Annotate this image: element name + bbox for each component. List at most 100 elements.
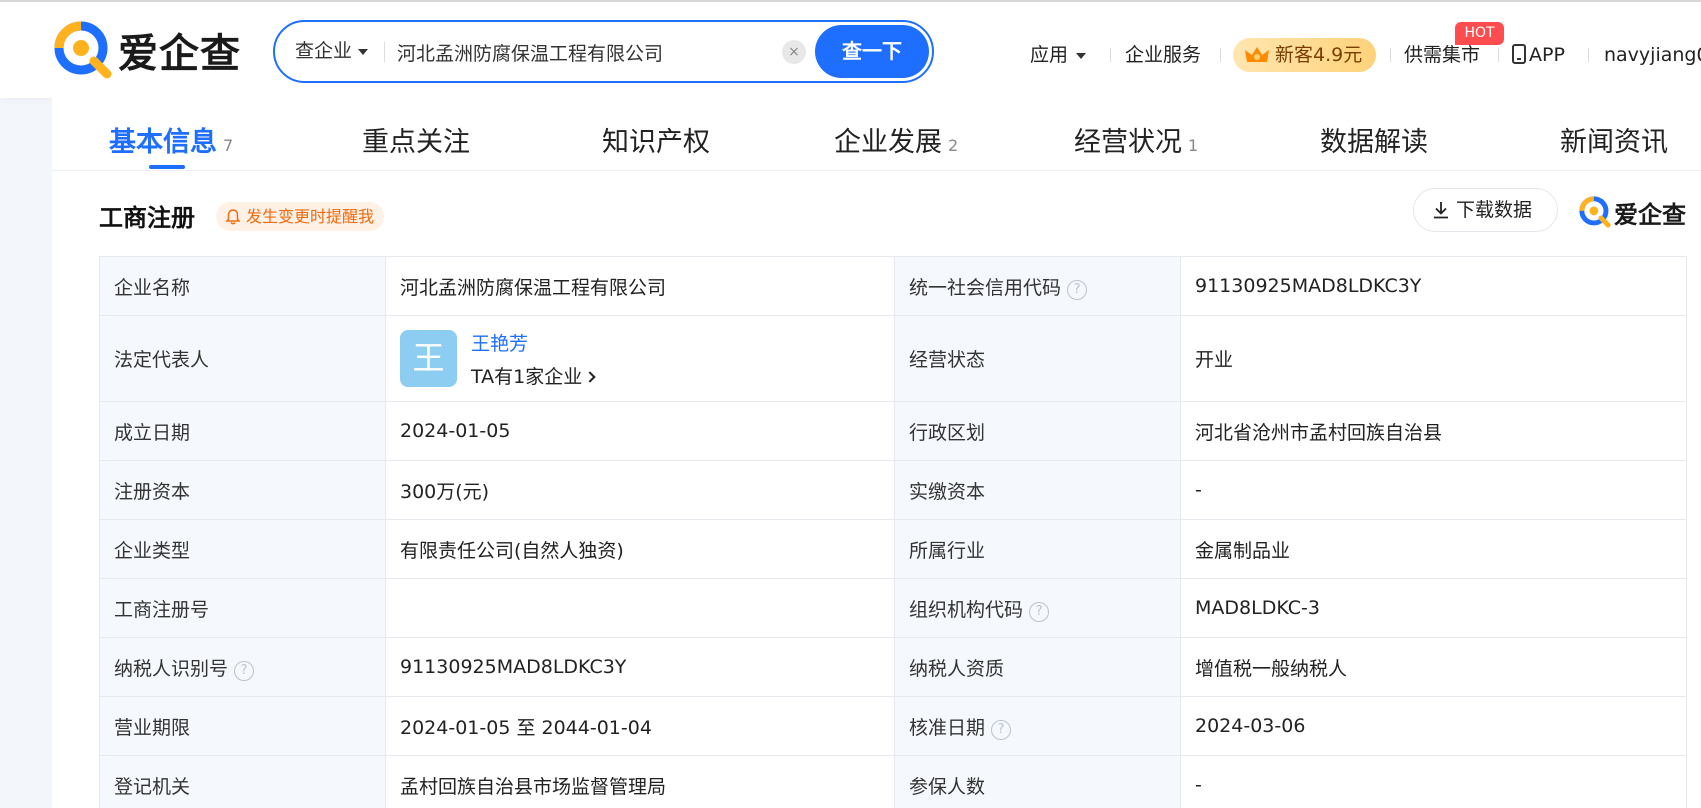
- tab-development[interactable]: 企业发展 2: [834, 120, 958, 159]
- download-icon: [1434, 202, 1448, 219]
- logo-mark-icon: [54, 21, 112, 79]
- search-type-label: 查企业: [295, 40, 353, 62]
- clear-icon[interactable]: ×: [782, 40, 806, 64]
- site-logo[interactable]: 爱企查: [52, 18, 241, 82]
- field-label: 行政区划: [894, 401, 1181, 461]
- hot-badge: HOT: [1455, 22, 1504, 45]
- field-value: -: [1180, 755, 1687, 808]
- main-card: 基本信息 7 重点关注 知识产权 企业发展 2 经营状况 1 数据解读 新闻资讯 工商…: [52, 98, 1701, 808]
- field-value: 开业: [1180, 315, 1687, 402]
- field-label: 组织机构代码?: [894, 578, 1181, 638]
- search-input[interactable]: [397, 32, 827, 72]
- help-icon[interactable]: ?: [234, 660, 255, 681]
- download-data-button[interactable]: 下载数据: [1413, 188, 1558, 232]
- field-value: 2024-01-05 至 2044-01-04: [385, 696, 895, 756]
- field-value: 300万(元): [385, 460, 895, 520]
- field-label: 统一社会信用代码?: [894, 256, 1181, 316]
- table-row: 法定代表人 王 王艳芳 TA有1家企业 经营状态 开业: [99, 315, 1687, 402]
- search-button[interactable]: 查一下: [815, 25, 929, 78]
- nav-divider: [1498, 48, 1499, 62]
- tab-label: 企业发展: [834, 127, 942, 158]
- field-label: 法定代表人: [99, 315, 386, 402]
- nav-divider: [1220, 48, 1221, 62]
- tab-basic-info[interactable]: 基本信息 7: [109, 120, 233, 159]
- field-label: 登记机关: [99, 755, 386, 808]
- field-label: 参保人数: [894, 755, 1181, 808]
- field-label: 所属行业: [894, 519, 1181, 579]
- field-label: 企业类型: [99, 519, 386, 579]
- tab-count: 7: [223, 136, 234, 155]
- field-label: 企业名称: [99, 256, 386, 316]
- tab-label: 新闻资讯: [1560, 127, 1668, 158]
- change-reminder-button[interactable]: 发生变更时提醒我: [216, 202, 385, 231]
- field-label: 营业期限: [99, 696, 386, 756]
- tab-label: 基本信息: [109, 127, 217, 158]
- field-value: 王 王艳芳 TA有1家企业: [385, 315, 895, 402]
- field-label: 纳税人识别号?: [99, 637, 386, 697]
- legal-rep-name-link[interactable]: 王艳芳: [471, 329, 594, 356]
- field-value: MAD8LDKC-3: [1180, 578, 1687, 638]
- download-label: 下载数据: [1456, 199, 1533, 221]
- help-icon[interactable]: ?: [1067, 279, 1088, 300]
- tab-data-insight[interactable]: 数据解读: [1320, 120, 1428, 159]
- crown-icon: [1245, 47, 1269, 62]
- search-divider: [384, 42, 385, 62]
- nav-divider: [1390, 48, 1391, 62]
- promo-badge[interactable]: 新客4.9元: [1233, 38, 1376, 72]
- avatar[interactable]: 王: [400, 330, 457, 387]
- table-row: 企业名称 河北孟洲防腐保温工程有限公司 统一社会信用代码? 91130925MA…: [99, 256, 1687, 316]
- tab-count: 1: [1188, 136, 1199, 155]
- field-value: 增值税一般纳税人: [1180, 637, 1687, 697]
- phone-icon: [1512, 44, 1526, 64]
- tab-count: 2: [948, 136, 959, 155]
- help-icon[interactable]: ?: [1029, 601, 1050, 622]
- help-icon[interactable]: ?: [991, 719, 1012, 740]
- nav-app[interactable]: APP: [1512, 40, 1565, 70]
- tab-operations[interactable]: 经营状况 1: [1074, 120, 1198, 159]
- legal-rep: 王 王艳芳 TA有1家企业: [400, 329, 880, 389]
- active-tab-indicator: [149, 165, 185, 169]
- tab-ip[interactable]: 知识产权: [602, 120, 710, 159]
- nav-divider: [1588, 48, 1589, 62]
- nav-divider: [1110, 48, 1111, 62]
- field-value: 金属制品业: [1180, 519, 1687, 579]
- tab-label: 知识产权: [602, 127, 710, 158]
- table-row: 登记机关 孟村回族自治县市场监督管理局 参保人数 -: [99, 755, 1687, 808]
- field-label: 核准日期?: [894, 696, 1181, 756]
- field-value: -: [1180, 460, 1687, 520]
- field-label-text: 核准日期: [909, 716, 986, 739]
- registration-table: 企业名称 河北孟洲防腐保温工程有限公司 统一社会信用代码? 91130925MA…: [99, 256, 1687, 808]
- tab-news[interactable]: 新闻资讯: [1560, 120, 1668, 159]
- tab-label: 经营状况: [1074, 127, 1182, 158]
- related-companies-link[interactable]: TA有1家企业: [471, 366, 596, 388]
- tab-label: 数据解读: [1320, 127, 1428, 158]
- field-value: 有限责任公司(自然人独资): [385, 519, 895, 579]
- nav-apps[interactable]: 应用: [1030, 40, 1087, 70]
- field-label: 成立日期: [99, 401, 386, 461]
- table-row: 企业类型 有限责任公司(自然人独资) 所属行业 金属制品业: [99, 519, 1687, 579]
- search-type-select[interactable]: 查企业: [295, 22, 369, 81]
- tab-label: 重点关注: [362, 127, 470, 158]
- site-header: 爱企查 查企业 × 查一下 应用 企业服务 新客4.9元 供需集市 HOT AP…: [0, 2, 1701, 98]
- bell-icon: [226, 209, 240, 225]
- field-label-text: 组织机构代码: [909, 598, 1024, 621]
- chevron-down-icon: [358, 48, 369, 55]
- field-label: 实缴资本: [894, 460, 1181, 520]
- table-row: 工商注册号 组织机构代码? MAD8LDKC-3: [99, 578, 1687, 638]
- remind-label: 发生变更时提醒我: [246, 207, 375, 226]
- field-label: 注册资本: [99, 460, 386, 520]
- field-value: 91130925MAD8LDKC3Y: [385, 637, 895, 697]
- field-label: 纳税人资质: [894, 637, 1181, 697]
- tab-key-focus[interactable]: 重点关注: [362, 120, 470, 159]
- field-value: 河北孟洲防腐保温工程有限公司: [385, 256, 895, 316]
- nav-enterprise-service[interactable]: 企业服务: [1125, 40, 1201, 70]
- field-value: 孟村回族自治县市场监督管理局: [385, 755, 895, 808]
- table-row: 注册资本 300万(元) 实缴资本 -: [99, 460, 1687, 520]
- section-title: 工商注册: [99, 204, 195, 232]
- field-label-text: 纳税人识别号: [114, 657, 229, 680]
- nav-app-label: APP: [1529, 44, 1565, 66]
- nav-username[interactable]: navyjiang08: [1604, 40, 1701, 70]
- logo-mark-icon: [1579, 196, 1611, 228]
- promo-label: 新客4.9元: [1275, 44, 1363, 66]
- field-label-text: 统一社会信用代码: [909, 276, 1062, 299]
